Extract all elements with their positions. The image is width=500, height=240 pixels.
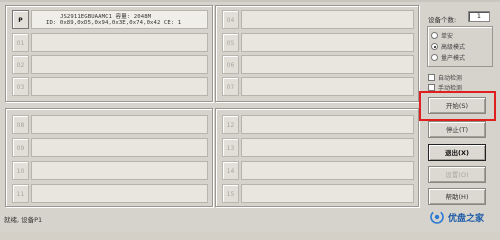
slot-button[interactable]: 04 <box>222 10 239 29</box>
slot-group-bottom-left: 08 09 10 11 <box>5 108 213 207</box>
slot-row[interactable]: 02 <box>10 55 208 75</box>
checkbox-icon[interactable] <box>428 84 435 91</box>
site-logo: 优盘之家 <box>430 210 484 224</box>
slot-info-panel <box>31 138 208 157</box>
radio-icon[interactable] <box>431 54 438 61</box>
slot-row[interactable]: P JS2911EGBUAAMC1 容量: 2048M ID: 0x89,0xD… <box>10 10 208 30</box>
slot-button[interactable]: 15 <box>222 184 239 203</box>
mode-option-label: 单安 <box>441 33 454 40</box>
slot-button[interactable]: 06 <box>222 55 239 74</box>
slot-info-panel <box>241 33 414 52</box>
slot-row[interactable]: 07 <box>220 77 414 97</box>
help-button[interactable]: 帮助(H) <box>428 188 486 205</box>
mode-option[interactable]: 量产模式 <box>431 53 465 62</box>
radio-icon[interactable] <box>431 32 438 39</box>
default-action-button[interactable]: 退出(X) <box>428 144 486 161</box>
device-count-field[interactable]: 1 <box>468 11 490 22</box>
slot-row[interactable]: 13 <box>220 138 414 158</box>
app-window: P JS2911EGBUAAMC1 容量: 2048M ID: 0x89,0xD… <box>0 0 500 232</box>
slot-row[interactable]: 06 <box>220 55 414 75</box>
slot-info-panel <box>241 10 414 29</box>
slot-row[interactable]: 08 <box>10 115 208 135</box>
slot-button[interactable]: P <box>12 10 29 29</box>
slot-button[interactable]: 12 <box>222 115 239 134</box>
slot-button[interactable]: 14 <box>222 161 239 180</box>
slot-button[interactable]: 09 <box>12 138 29 157</box>
slot-info-panel <box>241 115 414 134</box>
slot-info-panel <box>31 55 208 74</box>
slot-info-panel <box>241 77 414 96</box>
slot-button[interactable]: 03 <box>12 77 29 96</box>
slot-button[interactable]: 11 <box>12 184 29 203</box>
slot-button[interactable]: 05 <box>222 33 239 52</box>
disabled-button: 设置(O) <box>428 166 486 183</box>
slot-button[interactable]: 13 <box>222 138 239 157</box>
slot-row[interactable]: 14 <box>220 161 414 181</box>
checkbox-icon[interactable] <box>428 74 435 81</box>
slot-row[interactable]: 12 <box>220 115 414 135</box>
slot-info-panel: JS2911EGBUAAMC1 容量: 2048M ID: 0x89,0xD5,… <box>31 10 208 29</box>
device-line-1: JS2911EGBUAAMC1 容量: 2048M <box>60 14 152 20</box>
mode-option[interactable]: 高级模式 <box>431 42 465 51</box>
mode-radio-group: 单安 高级模式 量产模式 <box>427 26 493 67</box>
slot-row[interactable]: 10 <box>10 161 208 181</box>
slot-row[interactable]: 03 <box>10 77 208 97</box>
slot-info-panel <box>31 184 208 203</box>
slot-info-panel <box>31 115 208 134</box>
device-line-2: ID: 0x89,0xD5,0x94,0x3E,0x74,0x42 CE: 1 <box>46 20 182 26</box>
slot-info-panel <box>241 55 414 74</box>
logo-text: 优盘之家 <box>448 213 485 224</box>
slot-group-top-left: P JS2911EGBUAAMC1 容量: 2048M ID: 0x89,0xD… <box>5 5 213 102</box>
option-checkbox[interactable]: 自动检测 <box>428 73 462 82</box>
status-bar-text: 就绪, 设备P1 <box>4 216 43 224</box>
slot-info-panel <box>241 184 414 203</box>
slot-group-top-right: 04 05 06 07 <box>215 5 419 102</box>
slot-row[interactable]: 15 <box>220 184 414 204</box>
slot-info-panel <box>31 161 208 180</box>
device-count-label: 设备个数: <box>428 16 457 24</box>
slot-row[interactable]: 04 <box>220 10 414 30</box>
mode-option-label: 量产模式 <box>441 55 466 62</box>
slot-button[interactable]: 07 <box>222 77 239 96</box>
slot-group-bottom-right: 12 13 14 15 <box>215 108 419 207</box>
slot-row[interactable]: 11 <box>10 184 208 204</box>
slot-row[interactable]: 01 <box>10 33 208 53</box>
mode-option[interactable]: 单安 <box>431 31 453 40</box>
logo-swirl-icon <box>430 210 444 224</box>
slot-button[interactable]: 10 <box>12 161 29 180</box>
slot-info-panel <box>31 33 208 52</box>
stop-button[interactable]: 停止(T) <box>428 121 486 138</box>
checkbox-label: 自动检测 <box>438 75 463 82</box>
slot-button[interactable]: 02 <box>12 55 29 74</box>
radio-selected-icon[interactable] <box>431 43 438 50</box>
slot-info-panel <box>31 77 208 96</box>
red-highlight-box <box>419 91 496 121</box>
mode-option-label: 高级模式 <box>441 44 466 51</box>
slot-button[interactable]: 08 <box>12 115 29 134</box>
slot-row[interactable]: 05 <box>220 33 414 53</box>
slot-info-panel <box>241 138 414 157</box>
slot-button[interactable]: 01 <box>12 33 29 52</box>
slot-info-panel <box>241 161 414 180</box>
slot-row[interactable]: 09 <box>10 138 208 158</box>
